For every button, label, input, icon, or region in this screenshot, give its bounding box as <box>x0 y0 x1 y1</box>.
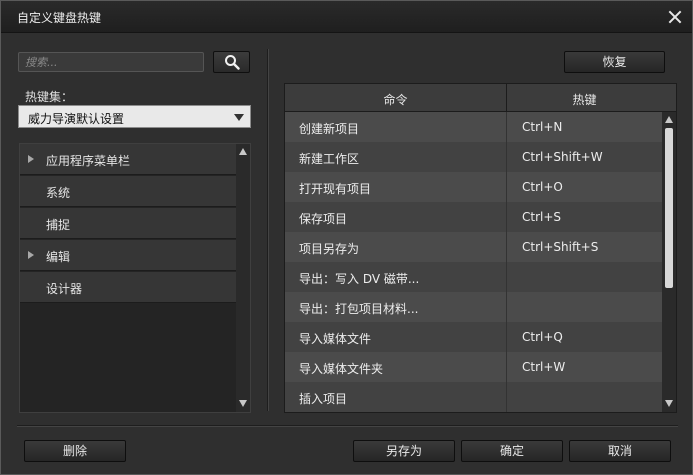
table-row[interactable]: 保存项目 Ctrl+S <box>285 202 662 232</box>
table-row[interactable]: 导出：写入 DV 磁带... <box>285 262 662 292</box>
table-row[interactable]: 导出：打包项目材料... <box>285 292 662 322</box>
hotkey-cell[interactable]: Ctrl+Shift+S <box>522 240 598 254</box>
command-cell: 导入媒体文件夹 <box>299 362 384 376</box>
table-row[interactable]: 创建新项目 Ctrl+N <box>285 112 662 142</box>
command-cell: 导出：写入 DV 磁带... <box>299 272 420 286</box>
table-row[interactable]: 打开现有项目 Ctrl+O <box>285 172 662 202</box>
search-button[interactable] <box>213 51 250 73</box>
ok-button[interactable]: 确定 <box>461 440 563 462</box>
expand-arrow-icon[interactable] <box>28 251 34 259</box>
hotkey-set-select[interactable]: 威力导演默认设置 <box>18 105 251 128</box>
table-header: 命令 热键 <box>285 84 676 112</box>
cancel-button[interactable]: 取消 <box>569 440 671 462</box>
command-cell: 保存项目 <box>299 212 348 226</box>
hotkey-dialog: 自定义键盘热键 热键集： 威力导演默认设置 应用程序菜单栏 系统 捕捉 编辑 设… <box>0 0 693 475</box>
tree-scrollbar[interactable] <box>236 144 250 412</box>
column-divider <box>506 232 507 262</box>
tree-item-edit[interactable]: 编辑 <box>20 240 236 271</box>
command-cell: 插入项目 <box>299 392 348 406</box>
scroll-up-icon[interactable] <box>239 148 247 155</box>
hotkey-table: 命令 热键 创建新项目 Ctrl+N 新建工作区 Ctrl+Shift+W 打开… <box>284 83 677 413</box>
tree-item-system[interactable]: 系统 <box>20 176 236 207</box>
magnifier-icon <box>225 55 240 70</box>
tree-item-label: 捕捉 <box>46 218 71 232</box>
command-cell: 创建新项目 <box>299 122 360 136</box>
chevron-down-icon <box>234 114 244 121</box>
panel-divider <box>267 49 268 411</box>
column-divider <box>506 352 507 382</box>
expand-arrow-icon[interactable] <box>28 155 34 163</box>
hotkey-set-value: 威力导演默认设置 <box>28 112 125 126</box>
hotkey-cell[interactable]: Ctrl+O <box>522 180 563 194</box>
command-cell: 导出：打包项目材料... <box>299 302 419 316</box>
close-icon[interactable] <box>665 7 685 27</box>
tree-item-app-menu[interactable]: 应用程序菜单栏 <box>20 144 236 175</box>
tree-item-label: 编辑 <box>46 250 71 264</box>
column-divider <box>506 112 507 142</box>
table-row[interactable]: 新建工作区 Ctrl+Shift+W <box>285 142 662 172</box>
table-row[interactable]: 项目另存为 Ctrl+Shift+S <box>285 232 662 262</box>
tree-item-capture[interactable]: 捕捉 <box>20 208 236 239</box>
column-header-hotkey[interactable]: 热键 <box>507 91 662 108</box>
command-cell: 新建工作区 <box>299 152 360 166</box>
column-header-command[interactable]: 命令 <box>285 91 506 108</box>
window-title: 自定义键盘热键 <box>17 11 102 25</box>
tree-item-label: 系统 <box>46 186 71 200</box>
scrollbar-thumb[interactable] <box>665 128 673 288</box>
scroll-down-icon[interactable] <box>239 400 247 407</box>
title-bar: 自定义键盘热键 <box>1 1 692 33</box>
tree-item-label: 应用程序菜单栏 <box>46 154 131 168</box>
column-divider <box>506 172 507 202</box>
column-divider <box>506 322 507 352</box>
scroll-down-icon[interactable] <box>665 400 673 407</box>
search-input[interactable] <box>18 52 204 72</box>
hotkey-cell[interactable]: Ctrl+W <box>522 360 565 374</box>
table-row[interactable]: 插入项目 <box>285 382 662 412</box>
footer-divider <box>17 425 678 426</box>
table-row[interactable]: 导入媒体文件夹 Ctrl+W <box>285 352 662 382</box>
delete-button[interactable]: 删除 <box>24 440 126 462</box>
command-cell: 项目另存为 <box>299 242 360 256</box>
column-divider <box>506 142 507 172</box>
hotkey-set-label: 热键集： <box>25 90 74 104</box>
column-divider <box>506 202 507 232</box>
scroll-up-icon[interactable] <box>665 116 673 123</box>
restore-button[interactable]: 恢复 <box>564 51 665 73</box>
command-cell: 导入媒体文件 <box>299 332 372 346</box>
category-tree: 应用程序菜单栏 系统 捕捉 编辑 设计器 <box>19 143 251 413</box>
hotkey-cell[interactable]: Ctrl+Q <box>522 330 563 344</box>
command-cell: 打开现有项目 <box>299 182 372 196</box>
tree-item-label: 设计器 <box>46 282 83 296</box>
column-divider <box>506 262 507 292</box>
hotkey-cell[interactable]: Ctrl+S <box>522 210 561 224</box>
hotkey-cell[interactable]: Ctrl+Shift+W <box>522 150 603 164</box>
column-divider <box>506 292 507 322</box>
tree-item-designer[interactable]: 设计器 <box>20 272 236 303</box>
hotkey-cell[interactable]: Ctrl+N <box>522 120 562 134</box>
save-as-button[interactable]: 另存为 <box>353 440 455 462</box>
table-scrollbar[interactable] <box>662 112 676 412</box>
table-row[interactable]: 导入媒体文件 Ctrl+Q <box>285 322 662 352</box>
column-divider <box>506 382 507 412</box>
